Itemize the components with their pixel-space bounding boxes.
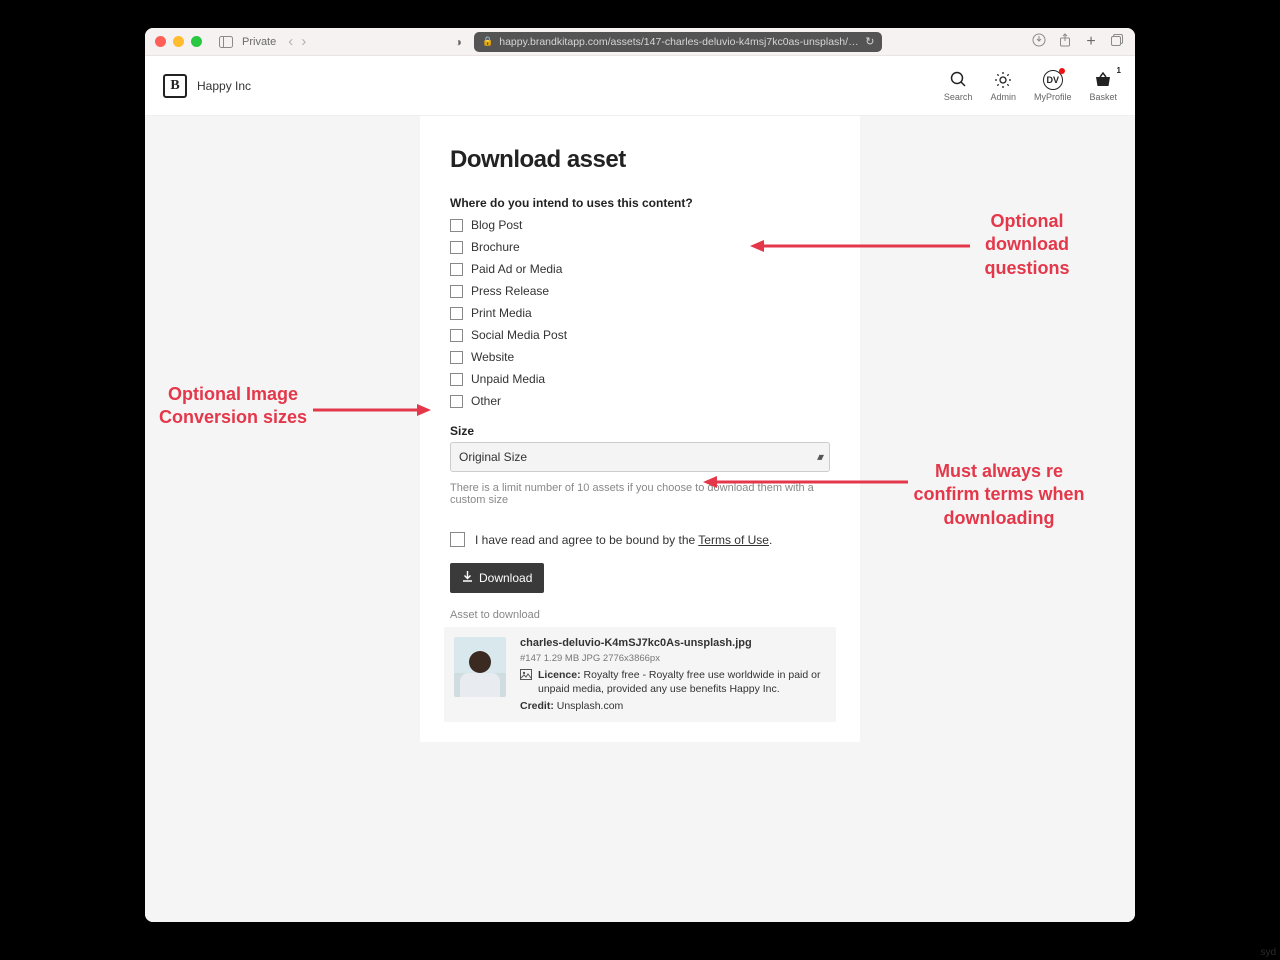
size-select[interactable]: Original Size ▴▾	[450, 442, 830, 472]
usage-question-label: Where do you intend to uses this content…	[450, 196, 830, 210]
checkbox[interactable]	[450, 373, 463, 386]
usage-option[interactable]: Print Media	[450, 304, 830, 322]
basket-icon	[1094, 70, 1112, 90]
search-icon	[950, 70, 967, 90]
search-action[interactable]: Search	[944, 70, 973, 102]
asset-box: charles-deluvio-K4mSJ7kc0As-unsplash.jpg…	[444, 627, 836, 722]
checkbox[interactable]	[450, 263, 463, 276]
maximize-window-button[interactable]	[191, 36, 202, 47]
usage-option-label: Other	[471, 394, 501, 408]
lock-icon: 🔒	[482, 36, 493, 47]
download-card: Download asset Where do you intend to us…	[420, 116, 860, 742]
terms-row: I have read and agree to be bound by the…	[450, 532, 830, 547]
tabs-icon[interactable]	[1109, 33, 1125, 50]
usage-options: Blog Post Brochure Paid Ad or Media Press R…	[450, 216, 830, 410]
usage-option-label: Brochure	[471, 240, 520, 254]
usage-option[interactable]: Social Media Post	[450, 326, 830, 344]
basket-action[interactable]: 1 Basket	[1089, 70, 1117, 102]
back-button[interactable]: ‹	[288, 33, 293, 50]
usage-option-label: Unpaid Media	[471, 372, 545, 386]
checkbox[interactable]	[450, 219, 463, 232]
notification-dot	[1059, 68, 1065, 74]
size-select-value: Original Size	[459, 450, 527, 464]
usage-option[interactable]: Blog Post	[450, 216, 830, 234]
share-icon[interactable]	[1057, 33, 1073, 50]
asset-meta: #147 1.29 MB JPG 2776x3866px	[520, 653, 826, 664]
usage-option-label: Social Media Post	[471, 328, 567, 342]
brand-logo: B	[163, 74, 187, 98]
terms-text: I have read and agree to be bound by the…	[475, 533, 772, 547]
size-label: Size	[450, 424, 830, 438]
privacy-shield-icon[interactable]: ◑	[455, 35, 462, 49]
asset-to-download-label: Asset to download	[450, 609, 830, 621]
app-header: B Happy Inc Search Admin DV My	[145, 56, 1135, 116]
usage-option[interactable]: Unpaid Media	[450, 370, 830, 388]
checkbox[interactable]	[450, 351, 463, 364]
basket-count: 1	[1117, 66, 1121, 75]
usage-option-label: Website	[471, 350, 514, 364]
minimize-window-button[interactable]	[173, 36, 184, 47]
image-icon	[520, 669, 532, 683]
download-button[interactable]: Download	[450, 563, 544, 593]
url-text: happy.brandkitapp.com/assets/147-charles…	[499, 36, 859, 48]
checkbox[interactable]	[450, 241, 463, 254]
downloads-icon[interactable]	[1031, 33, 1047, 50]
admin-action[interactable]: Admin	[990, 70, 1016, 102]
checkbox[interactable]	[450, 307, 463, 320]
credit-text: Credit: Unsplash.com	[520, 700, 826, 712]
content-area: Download asset Where do you intend to us…	[145, 116, 1135, 922]
asset-filename: charles-deluvio-K4mSJ7kc0As-unsplash.jpg	[520, 637, 826, 649]
usage-option-label: Paid Ad or Media	[471, 262, 562, 276]
usage-option-label: Blog Post	[471, 218, 522, 232]
gear-icon	[994, 70, 1012, 90]
brand-name: Happy Inc	[197, 79, 251, 93]
checkbox[interactable]	[450, 329, 463, 342]
myprofile-action[interactable]: DV MyProfile	[1034, 70, 1072, 102]
licence-text: Licence: Royalty free - Royalty free use…	[538, 668, 826, 696]
terms-of-use-link[interactable]: Terms of Use	[698, 533, 769, 547]
chevron-updown-icon: ▴▾	[817, 452, 821, 463]
browser-chrome: Private ‹ › ◑ 🔒 happy.brandkitapp.com/as…	[145, 28, 1135, 56]
asset-thumbnail[interactable]	[454, 637, 506, 697]
watermark: syd	[1260, 947, 1276, 958]
page-title: Download asset	[450, 146, 830, 174]
header-actions: Search Admin DV MyProfile 1 Bas	[944, 70, 1117, 102]
checkbox[interactable]	[450, 285, 463, 298]
brand[interactable]: B Happy Inc	[163, 74, 251, 98]
sidebar-toggle-icon[interactable]	[218, 34, 234, 50]
usage-option-label: Print Media	[471, 306, 532, 320]
address-bar[interactable]: 🔒 happy.brandkitapp.com/assets/147-charl…	[474, 32, 882, 52]
usage-option[interactable]: Brochure	[450, 238, 830, 256]
checkbox[interactable]	[450, 395, 463, 408]
usage-option[interactable]: Website	[450, 348, 830, 366]
download-icon	[462, 571, 473, 585]
refresh-icon[interactable]: ↻	[865, 35, 874, 48]
usage-option-label: Press Release	[471, 284, 549, 298]
terms-checkbox[interactable]	[450, 532, 465, 547]
size-hint: There is a limit number of 10 assets if …	[450, 482, 830, 506]
new-tab-icon[interactable]: +	[1083, 33, 1099, 51]
close-window-button[interactable]	[155, 36, 166, 47]
asset-info: charles-deluvio-K4mSJ7kc0As-unsplash.jpg…	[520, 637, 826, 712]
forward-button[interactable]: ›	[301, 33, 306, 50]
window-traffic-lights	[155, 36, 202, 47]
browser-window: Private ‹ › ◑ 🔒 happy.brandkitapp.com/as…	[145, 28, 1135, 922]
usage-option[interactable]: Press Release	[450, 282, 830, 300]
private-label: Private	[242, 36, 276, 48]
usage-option[interactable]: Paid Ad or Media	[450, 260, 830, 278]
usage-option[interactable]: Other	[450, 392, 830, 410]
